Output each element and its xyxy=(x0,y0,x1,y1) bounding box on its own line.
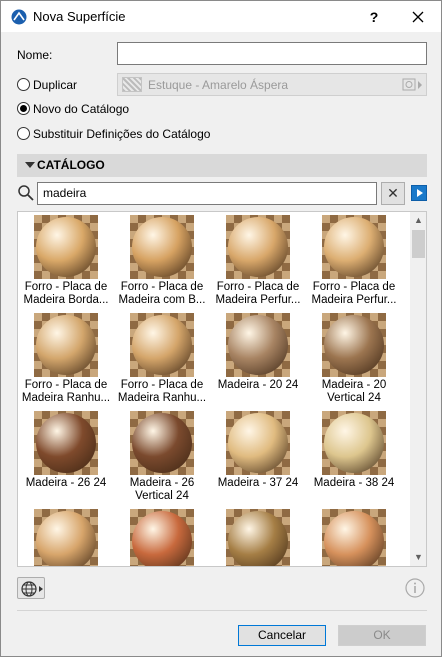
surface-sphere xyxy=(324,511,384,566)
surface-sphere xyxy=(324,315,384,375)
catalog-item-caption: Forro - Placa de Madeira com B... xyxy=(118,281,206,306)
catalog-item-caption: Madeira - 38 24 xyxy=(313,477,395,489)
name-label: Nome: xyxy=(17,48,53,62)
catalog-item[interactable]: Forro - Placa de Madeira Perfur... xyxy=(210,213,306,311)
catalog-item[interactable]: Forro - Placa de Madeira Borda... xyxy=(18,213,114,311)
surface-preview-thumbnail xyxy=(34,509,98,566)
surface-preview-thumbnail xyxy=(130,411,194,475)
surface-sphere xyxy=(36,413,96,473)
surface-sphere xyxy=(324,413,384,473)
catalog-item[interactable]: Forro - Placa de Madeira Ranhu... xyxy=(18,311,114,409)
catalog-item[interactable]: Forro - Placa de Madeira Ranhu... xyxy=(114,311,210,409)
surface-preview-thumbnail xyxy=(226,411,290,475)
catalog-item-caption: Madeira - 26 Vertical 24 xyxy=(129,477,195,502)
expand-options-icon[interactable] xyxy=(411,185,427,201)
name-field[interactable] xyxy=(117,42,427,65)
surface-preview-thumbnail xyxy=(226,313,290,377)
surface-sphere xyxy=(228,413,288,473)
catalog-item-caption: Madeira - 20 24 xyxy=(217,379,299,391)
surface-preview-thumbnail xyxy=(226,509,290,566)
duplicate-radio[interactable] xyxy=(17,78,30,91)
catalog-item-caption: Madeira - 37 24 xyxy=(217,477,299,489)
surface-sphere xyxy=(36,217,96,277)
ok-button[interactable]: OK xyxy=(338,625,426,646)
surface-preview-thumbnail xyxy=(34,313,98,377)
duplicate-surface-value: Estuque - Amarelo Áspera xyxy=(148,78,289,92)
archicad-app-icon xyxy=(11,9,27,25)
search-icon xyxy=(18,185,34,201)
close-button[interactable] xyxy=(401,4,435,30)
scroll-down-icon[interactable]: ▼ xyxy=(410,549,426,566)
duplicate-label[interactable]: Duplicar xyxy=(33,78,77,92)
info-icon xyxy=(405,578,425,598)
surface-preview-thumbnail xyxy=(322,215,386,279)
catalog-item[interactable]: Madeira - 26 24 xyxy=(18,409,114,507)
catalog-item-caption: Madeira - 26 24 xyxy=(25,477,107,489)
surface-sphere xyxy=(132,217,192,277)
surface-sphere xyxy=(36,511,96,566)
surface-sphere xyxy=(132,511,192,566)
surface-preview-thumbnail xyxy=(34,215,98,279)
surface-sphere xyxy=(132,315,192,375)
window-title: Nova Superfície xyxy=(33,9,126,24)
surface-sphere xyxy=(324,217,384,277)
catalog-item-caption: Forro - Placa de Madeira Borda... xyxy=(23,281,109,306)
clear-search-button[interactable]: ✕ xyxy=(381,182,405,205)
surface-preview-thumbnail xyxy=(130,509,194,566)
catalog-item-caption: Forro - Placa de Madeira Perfur... xyxy=(215,281,301,306)
catalog-item-caption: Forro - Placa de Madeira Perfur... xyxy=(311,281,397,306)
surface-preview-thumbnail xyxy=(322,411,386,475)
catalog-section-title: CATÁLOGO xyxy=(37,158,105,172)
catalog-item[interactable]: Madeira - 26 Vertical 24 xyxy=(114,409,210,507)
catalog-item[interactable]: Forro - Placa de Madeira com B... xyxy=(114,213,210,311)
dialog-window: Nova Superfície ? Nome: Duplicar Estuque… xyxy=(0,0,442,657)
catalog-item-caption: Forro - Placa de Madeira Ranhu... xyxy=(117,379,207,404)
catalog-item-caption: Madeira - 20 Vertical 24 xyxy=(321,379,387,404)
surface-preview-thumbnail xyxy=(322,313,386,377)
replace-settings-label[interactable]: Substituir Definições do Catálogo xyxy=(33,127,210,141)
surface-swatch xyxy=(122,77,142,92)
replace-settings-radio[interactable] xyxy=(17,127,30,140)
catalog-item-caption: Forro - Placa de Madeira Ranhu... xyxy=(21,379,111,404)
surface-picker-icon xyxy=(402,78,422,91)
collapse-arrow-icon xyxy=(25,162,35,168)
globe-icon xyxy=(21,581,43,597)
close-icon xyxy=(412,11,424,23)
footer-separator xyxy=(17,610,427,611)
catalog-item[interactable] xyxy=(18,507,114,566)
title-bar: Nova Superfície ? xyxy=(1,1,441,32)
duplicate-surface-select: Estuque - Amarelo Áspera xyxy=(117,73,427,96)
surface-preview-thumbnail xyxy=(130,215,194,279)
scroll-up-icon[interactable]: ▲ xyxy=(410,212,426,229)
surface-preview-thumbnail xyxy=(226,215,290,279)
vertical-scrollbar[interactable]: ▲ ▼ xyxy=(410,212,426,566)
info-button[interactable] xyxy=(403,577,427,599)
catalog-item[interactable]: Madeira - 20 24 xyxy=(210,311,306,409)
catalog-item[interactable] xyxy=(306,507,402,566)
surface-preview-thumbnail xyxy=(322,509,386,566)
catalog-item[interactable] xyxy=(114,507,210,566)
catalog-item[interactable]: Madeira - 20 Vertical 24 xyxy=(306,311,402,409)
surface-sphere xyxy=(36,315,96,375)
surface-sphere xyxy=(228,315,288,375)
catalog-item[interactable]: Forro - Placa de Madeira Perfur... xyxy=(306,213,402,311)
surface-preview-thumbnail xyxy=(130,313,194,377)
surface-preview-thumbnail xyxy=(34,411,98,475)
help-button[interactable]: ? xyxy=(363,6,385,28)
scroll-thumb[interactable] xyxy=(412,230,425,258)
catalog-grid[interactable]: Forro - Placa de Madeira Borda... Forro -… xyxy=(17,211,427,567)
new-from-catalog-label[interactable]: Novo do Catálogo xyxy=(33,102,129,116)
catalog-section-header[interactable]: CATÁLOGO xyxy=(17,154,427,177)
new-from-catalog-radio[interactable] xyxy=(17,102,30,115)
catalog-item[interactable]: Madeira - 38 24 xyxy=(306,409,402,507)
surface-sphere xyxy=(132,413,192,473)
globe-menu-button[interactable] xyxy=(17,577,45,599)
surface-sphere xyxy=(228,511,288,566)
catalog-item[interactable]: Madeira - 37 24 xyxy=(210,409,306,507)
catalog-search-input[interactable]: madeira xyxy=(37,182,377,205)
catalog-item[interactable] xyxy=(210,507,306,566)
surface-sphere xyxy=(228,217,288,277)
cancel-button[interactable]: Cancelar xyxy=(238,625,326,646)
